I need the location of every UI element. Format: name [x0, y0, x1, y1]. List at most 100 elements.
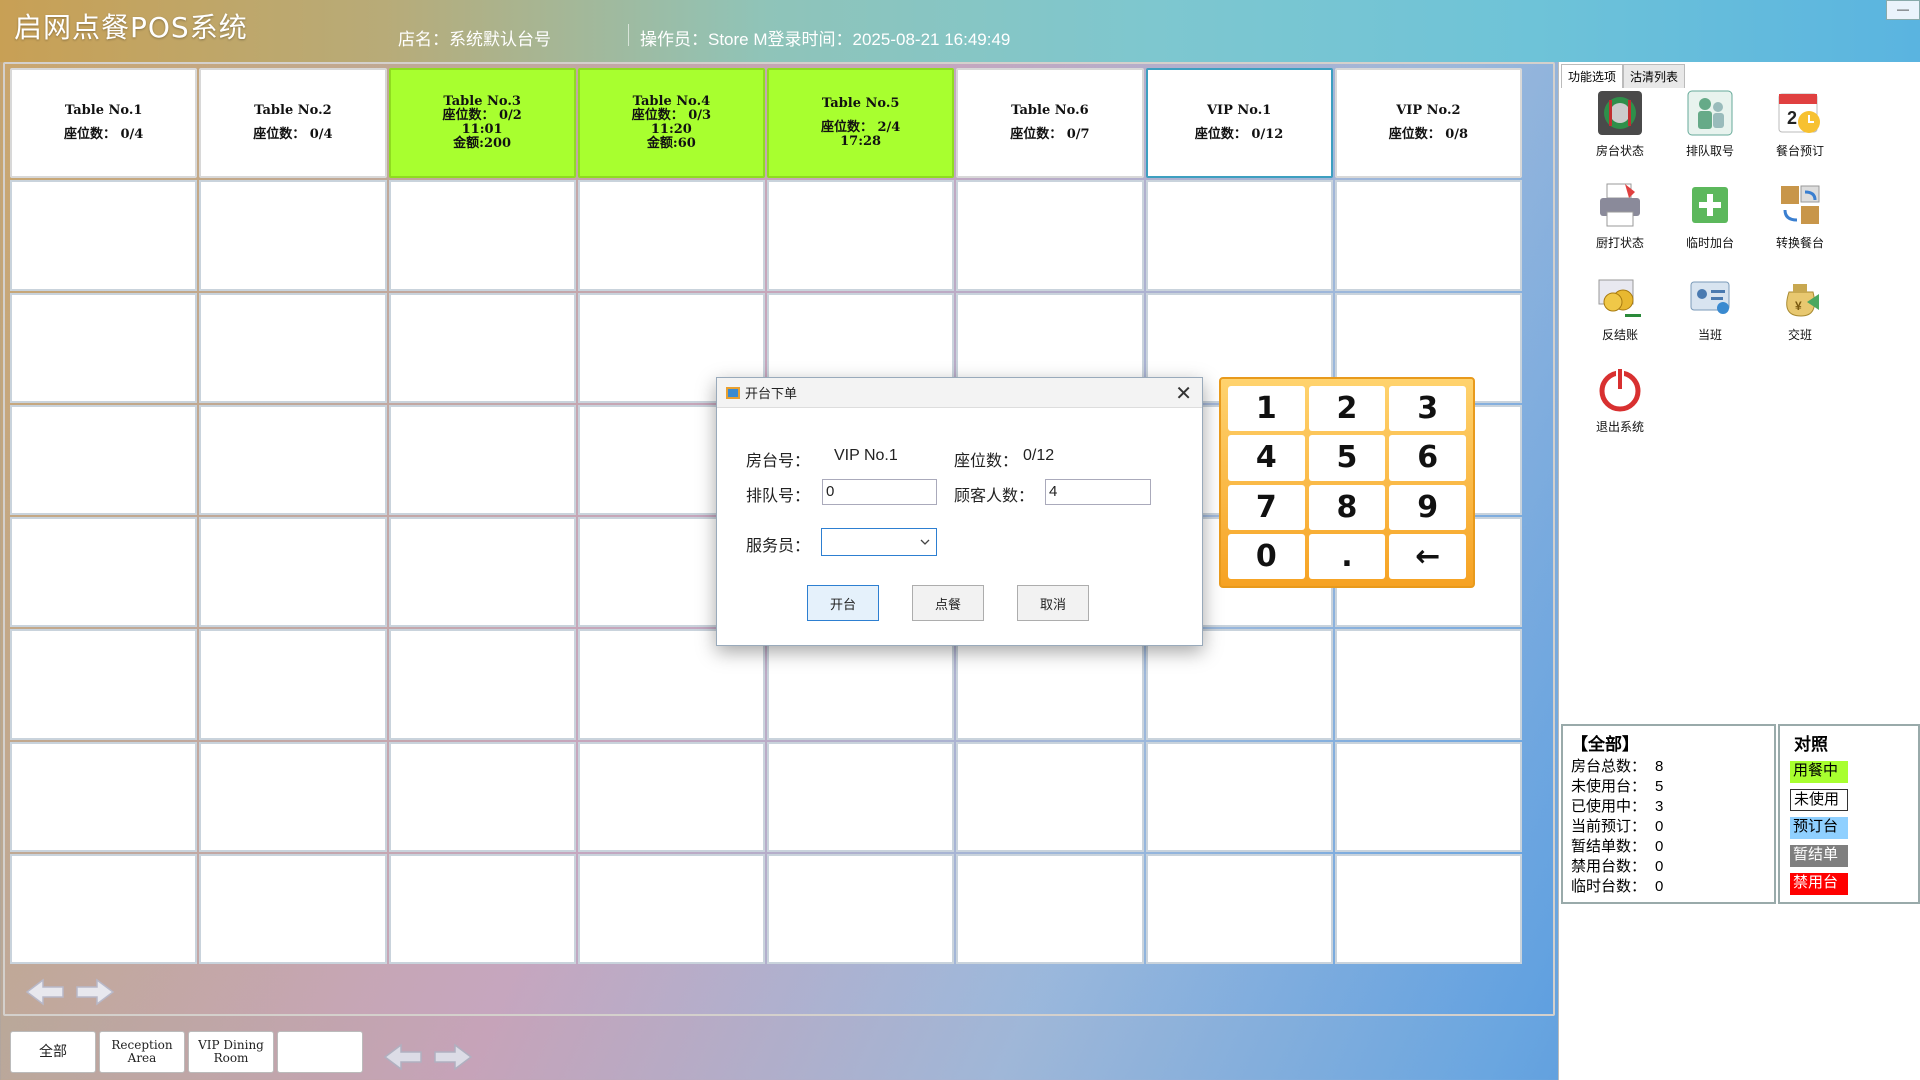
people-icon — [1687, 90, 1733, 136]
exit-system-button[interactable]: 退出系统 — [1575, 364, 1665, 442]
empty-table-slot — [1334, 741, 1522, 852]
transfer-table-button[interactable]: 转换餐台 — [1755, 180, 1845, 258]
key-7[interactable]: 7 — [1228, 484, 1305, 530]
table-stats: 【全部】 房台总数： 8 未使用台： 5 已使用中： 3 当前预订： 0 暂结单数： 0 … — [1561, 724, 1776, 904]
reverse-checkout-button[interactable]: 反结账 — [1575, 272, 1665, 350]
key-0[interactable]: 0 — [1228, 533, 1305, 579]
queue-number-button[interactable]: 排队取号 — [1665, 88, 1755, 166]
stats-row: 未使用台： 5 — [1571, 778, 1664, 795]
empty-table-slot — [956, 853, 1144, 964]
empty-table-slot — [767, 853, 955, 964]
table-cell[interactable]: Table No.6 座位数： 0/7 — [956, 68, 1144, 179]
empty-table-slot — [577, 853, 765, 964]
empty-table-slot — [10, 404, 198, 515]
cancel-button[interactable]: 取消 — [1017, 585, 1089, 621]
key-4[interactable]: 4 — [1228, 435, 1305, 481]
page-arrows — [24, 975, 116, 1009]
empty-table-slot — [388, 741, 576, 852]
prev-tab-button[interactable] — [382, 1040, 424, 1074]
empty-table-slot — [577, 180, 765, 291]
table-cell[interactable]: Table No.5 座位数： 2/4 17:28 — [767, 68, 955, 179]
stats-row: 禁用台数： 0 — [1571, 858, 1664, 875]
close-icon[interactable]: ✕ — [1175, 381, 1192, 406]
legend-disabled: 禁用台 — [1790, 873, 1848, 895]
table-cell[interactable]: VIP No.1 座位数： 0/12 — [1145, 68, 1333, 179]
empty-table-slot — [1334, 180, 1522, 291]
table-cell[interactable]: Table No.3 座位数： 0/2 11:01 金额:200 — [388, 68, 576, 179]
empty-table-slot — [388, 404, 576, 515]
stats-row: 临时台数： 0 — [1571, 878, 1664, 895]
guest-count-input[interactable]: 4 — [1045, 479, 1151, 505]
function-panel: 功能选项 沽清列表 房台状态 排队取号 2 餐台预订 厨打状态 临时加台 转换餐… — [1558, 62, 1920, 1080]
empty-table-slot — [199, 629, 387, 740]
table-cell[interactable]: Table No.4 座位数： 0/3 11:20 金额:60 — [577, 68, 765, 179]
coins-icon — [1598, 279, 1641, 317]
kitchen-print-status-button[interactable]: 厨打状态 — [1575, 180, 1665, 258]
empty-table-slot — [199, 180, 387, 291]
waiter-label: 服务员： — [746, 538, 811, 555]
arrow-right-icon — [434, 1043, 473, 1071]
key-2[interactable]: 2 — [1308, 386, 1386, 432]
tab-vip-dining-room[interactable]: VIP Dining Room — [188, 1031, 274, 1073]
open-table-dialog: 开台下单 ✕ 房台号： VIP No.1 座位数： 0/12 排队号： 0 顾客… — [716, 377, 1203, 646]
on-duty-button[interactable]: 当班 — [1665, 272, 1755, 350]
key-8[interactable]: 8 — [1308, 484, 1386, 530]
empty-table-slot — [388, 853, 576, 964]
dialog-title: 开台下单 — [745, 386, 798, 401]
empty-table-slot — [388, 292, 576, 403]
table-cell[interactable]: Table No.1 座位数： 0/4 — [10, 68, 198, 179]
tab-sold-out-list[interactable]: 沽清列表 — [1623, 64, 1686, 88]
app-icon — [726, 386, 740, 399]
temp-add-table-button[interactable]: 临时加台 — [1665, 180, 1755, 258]
key-backspace[interactable]: ← — [1389, 533, 1466, 579]
tab-empty[interactable] — [277, 1031, 363, 1073]
plus-icon — [1692, 187, 1728, 223]
seats-value: 0/12 — [1023, 447, 1055, 464]
key-1[interactable]: 1 — [1228, 386, 1305, 432]
tab-reception-area[interactable]: Reception Area — [99, 1031, 185, 1073]
legend-temp-settled: 暂结单 — [1790, 845, 1848, 867]
prev-page-button[interactable] — [24, 975, 66, 1009]
dialog-titlebar: 开台下单 ✕ — [717, 378, 1202, 408]
next-tab-button[interactable] — [432, 1040, 474, 1074]
power-icon — [1599, 367, 1641, 412]
queue-number-input[interactable]: 0 — [822, 479, 937, 505]
legend-in-use: 用餐中 — [1790, 761, 1848, 783]
waiter-select[interactable] — [821, 528, 937, 556]
printer-icon — [1600, 183, 1640, 227]
minimize-button[interactable]: — — [1886, 0, 1920, 20]
order-button[interactable]: 点餐 — [912, 585, 984, 621]
key-3[interactable]: 3 — [1389, 386, 1466, 432]
chevron-down-icon — [920, 539, 930, 545]
key-dot[interactable]: . — [1308, 533, 1386, 579]
empty-table-slot — [767, 741, 955, 852]
hand-over-button[interactable]: ¥ 交班 — [1755, 272, 1845, 350]
legend-header: 对照 — [1794, 735, 1828, 754]
empty-table-slot — [767, 180, 955, 291]
stats-row: 当前预订： 0 — [1571, 818, 1664, 835]
arrow-left-icon — [25, 978, 64, 1006]
open-table-button[interactable]: 开台 — [807, 585, 879, 621]
table-cell[interactable]: VIP No.2 座位数： 0/8 — [1334, 68, 1522, 179]
function-icons: 房台状态 排队取号 2 餐台预订 厨打状态 临时加台 转换餐台 反结账 当班 ¥… — [1559, 88, 1920, 442]
table-cell[interactable]: Table No.2 座位数： 0/4 — [199, 68, 387, 179]
side-tabs: 功能选项 沽清列表 — [1561, 64, 1686, 88]
key-5[interactable]: 5 — [1308, 435, 1386, 481]
room-status-button[interactable]: 房台状态 — [1575, 88, 1665, 166]
transfer-icon — [1781, 185, 1820, 224]
area-tabs: 全部 Reception Area VIP Dining Room — [10, 1031, 363, 1073]
stats-row: 房台总数： 8 — [1571, 758, 1664, 775]
tab-all[interactable]: 全部 — [10, 1031, 96, 1073]
empty-table-slot — [199, 517, 387, 628]
empty-table-slot — [10, 180, 198, 291]
room-label: 房台号： — [746, 453, 811, 470]
empty-table-slot — [956, 741, 1144, 852]
key-9[interactable]: 9 — [1389, 484, 1466, 530]
store-name: 店名：系统默认台号 — [398, 30, 551, 49]
table-booking-button[interactable]: 2 餐台预订 — [1755, 88, 1845, 166]
next-page-button[interactable] — [74, 975, 116, 1009]
empty-table-slot — [1334, 853, 1522, 964]
guests-label: 顾客人数： — [954, 488, 1035, 505]
key-6[interactable]: 6 — [1389, 435, 1466, 481]
tab-functions[interactable]: 功能选项 — [1561, 64, 1624, 88]
